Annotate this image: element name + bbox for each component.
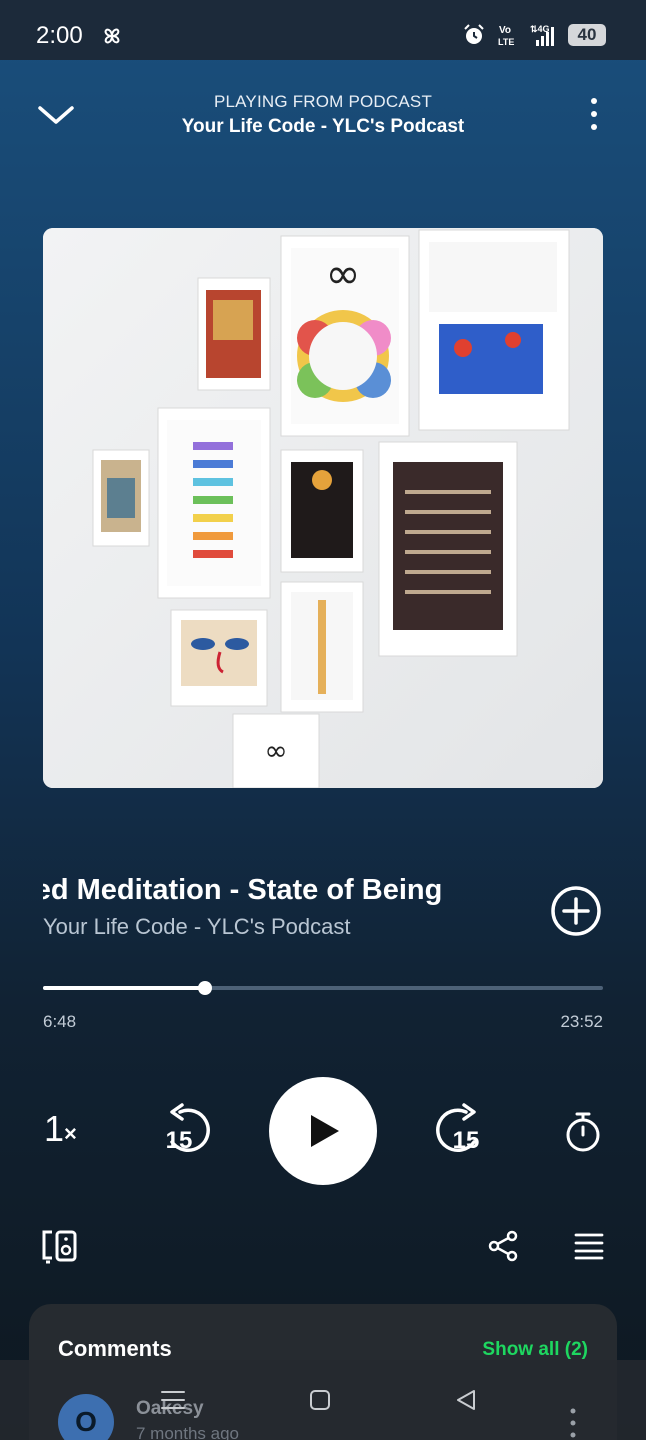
pinwheel-icon <box>104 28 120 44</box>
comment-time: 7 months ago <box>136 1424 240 1440</box>
alarm-icon <box>464 24 484 44</box>
svg-text:LTE: LTE <box>498 37 514 47</box>
signal-4g-icon: ⇅4G <box>530 24 554 46</box>
volte-icon: Vo LTE <box>498 25 514 47</box>
more-options-icon[interactable] <box>584 96 604 132</box>
playback-speed-button[interactable]: 1× <box>44 1108 77 1150</box>
progress-fill <box>43 986 206 990</box>
battery-icon: 40 <box>568 24 606 46</box>
share-icon[interactable] <box>487 1230 519 1262</box>
progress-handle[interactable] <box>198 981 213 995</box>
show-all-comments-link[interactable]: Show all (2) <box>482 1339 588 1361</box>
play-icon <box>311 1115 339 1147</box>
connect-device-icon[interactable] <box>40 1228 78 1264</box>
playing-context-title[interactable]: Your Life Code - YLC's Podcast <box>0 116 646 138</box>
episode-cover-art: ∞ ∞ <box>43 228 603 788</box>
speed-value: 1 <box>44 1108 65 1149</box>
svg-text:∞: ∞ <box>326 249 361 298</box>
episode-title[interactable]: ded Meditation - State of Being <box>43 874 533 914</box>
sleep-timer-icon[interactable] <box>563 1110 603 1154</box>
home-icon[interactable] <box>308 1388 332 1412</box>
comments-heading: Comments <box>58 1336 172 1361</box>
recent-apps-icon[interactable] <box>160 1388 186 1412</box>
total-time: 23:52 <box>560 1012 603 1031</box>
play-button[interactable] <box>269 1077 377 1185</box>
svg-text:∞: ∞ <box>264 734 287 767</box>
rewind-15-icon[interactable]: 15 <box>160 1102 216 1158</box>
speed-suffix: × <box>64 1121 77 1146</box>
rewind-seconds: 15 <box>166 1127 193 1154</box>
episode-title-text: ded Meditation - State of Being <box>43 874 443 906</box>
queue-icon[interactable] <box>574 1232 604 1260</box>
cover-illustration: ∞ ∞ <box>43 228 603 788</box>
status-time: 2:00 <box>36 22 83 49</box>
back-icon[interactable] <box>454 1388 478 1412</box>
playing-context-label: PLAYING FROM PODCAST <box>213 92 433 111</box>
elapsed-time: 6:48 <box>43 1012 77 1031</box>
playback-progress-bar[interactable] <box>43 981 603 995</box>
forward-15-icon[interactable]: 15 <box>430 1102 486 1158</box>
podcast-name[interactable]: Your Life Code - YLC's Podcast <box>43 914 351 940</box>
status-icons: Vo LTE ⇅4G 40 <box>462 22 606 48</box>
player-header: PLAYING FROM PODCAST Your Life Code - YL… <box>0 60 646 180</box>
add-to-library-icon[interactable] <box>550 885 602 937</box>
forward-seconds: 15 <box>453 1127 480 1154</box>
svg-text:Vo: Vo <box>499 25 511 36</box>
status-bar: 2:00 Vo LTE ⇅4G 40 <box>0 0 646 60</box>
comment-more-icon[interactable] <box>566 1406 580 1440</box>
